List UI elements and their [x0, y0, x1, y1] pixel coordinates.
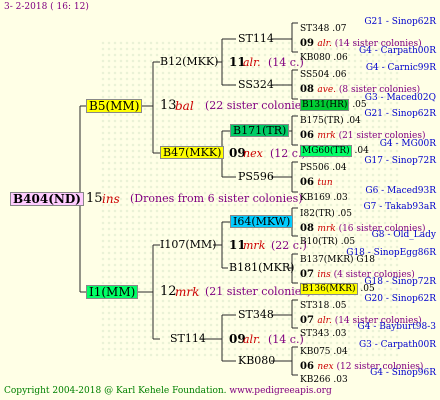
- gen4-entry-id: MG60(TR): [300, 145, 352, 157]
- gen2-st114-label[interactable]: ST114: [170, 333, 206, 344]
- gen1-sire-label[interactable]: B5(MM): [86, 99, 143, 113]
- gen4-entry-ref[interactable]: G18 - Sinop72R: [364, 278, 436, 287]
- gen4-entry[interactable]: MG60(TR) .04 G4 - MG00R: [300, 140, 436, 157]
- footer-copyright-text: Copyright 2004-2018 @ Karl Kehele Founda…: [4, 386, 227, 396]
- gen4-entry-ref[interactable]: G4 - Sinop96R: [370, 369, 436, 378]
- gen3-st348-label[interactable]: ST348: [238, 309, 274, 320]
- gen3-kb080-label[interactable]: KB080: [238, 355, 275, 366]
- gen2-st114-race: alr.: [243, 333, 261, 346]
- gen1-dam-note: (21 sister colonies): [205, 285, 312, 298]
- gen4-meta-race: mrk: [317, 131, 339, 141]
- footer-website-link[interactable]: www.pedigreeapis.org: [229, 386, 331, 396]
- gen4-entry-ref[interactable]: G21 - Sinop62R: [364, 110, 436, 119]
- gen4-entry-ref[interactable]: G18 - SinopEgg86R: [346, 249, 436, 258]
- footer-copyright: Copyright 2004-2018 @ Karl Kehele Founda…: [4, 386, 332, 396]
- gen4-entry[interactable]: KB075 .04 G3 - Carpath00R: [300, 341, 436, 357]
- gen2-b47-label[interactable]: B47(MKK): [160, 146, 225, 159]
- gen4-entry-id: KB266: [300, 375, 331, 385]
- gen3-b171-label[interactable]: B171(TR): [230, 124, 290, 137]
- gen4-meta-race: ins: [317, 270, 334, 280]
- gen1-sire-note: (22 sister colonies): [205, 99, 312, 112]
- gen1-dam-race: mrk: [175, 285, 200, 299]
- gen4-entry-ref[interactable]: G3 - Maced02Q: [365, 94, 436, 103]
- gen4-meta-race: mrk: [317, 224, 339, 234]
- gen4-entry-ref[interactable]: G4 - MG00R: [380, 140, 436, 149]
- gen4-entry[interactable]: ST348 .07 G21 - Sinop62R: [300, 18, 436, 34]
- gen4-meta-race: nex: [317, 362, 337, 372]
- gen4-entry-ref[interactable]: G17 - Sinop72R: [364, 157, 436, 166]
- gen4-entry-ref[interactable]: G4 - Carpath00R: [359, 47, 436, 56]
- gen2-b12-label[interactable]: B12(MKK): [160, 56, 218, 67]
- gen3-i64-label[interactable]: I64(MKW): [230, 215, 294, 228]
- gen4-meta-race: ave.: [317, 85, 339, 95]
- gen4-entry[interactable]: B131(HR) .05 G3 - Maced02Q: [300, 94, 436, 111]
- gen4-entry-ref[interactable]: G21 - Sinop62R: [364, 18, 436, 27]
- gen4-entry-ref[interactable]: G4 - Bayburt98-3: [358, 323, 436, 332]
- gen4-entry-ref[interactable]: G8 - Old_Lady: [372, 231, 436, 240]
- gen4-entry[interactable]: ST318 .05 G20 - Sinop62R: [300, 295, 436, 311]
- gen4-entry[interactable]: B10(TR) .05 G8 - Old_Lady: [300, 231, 436, 247]
- gen2-st114-note: (14 c.): [268, 333, 304, 346]
- gen2-b12-race: alr.: [243, 56, 261, 69]
- gen4-entry[interactable]: KB169 .03 G6 - Maced93R: [300, 187, 436, 203]
- gen1-dam-label[interactable]: I1(MM): [86, 285, 139, 299]
- gen4-entry-year: .04: [351, 146, 369, 156]
- gen1-sire-race: bal: [175, 99, 194, 113]
- gen4-entry[interactable]: KB266 .03 G4 - Sinop96R: [300, 369, 436, 385]
- gen2-b47-race: nex: [243, 147, 263, 160]
- gen4-entry-ref[interactable]: G4 - Carnic99R: [366, 64, 436, 73]
- gen4-entry-ref[interactable]: G20 - Sinop62R: [364, 295, 436, 304]
- gen4-entry-ref[interactable]: G7 - Takab93aR: [363, 203, 436, 212]
- gen4-entry-year: .03: [330, 375, 348, 385]
- gen4-entry[interactable]: SS504 .06 G4 - Carnic99R: [300, 64, 436, 80]
- gen4-entry[interactable]: PS506 .04 G17 - Sinop72R: [300, 157, 436, 173]
- gen4-entry-year: .03: [329, 329, 347, 339]
- gen4-entry[interactable]: B175(TR) .04 G21 - Sinop62R: [300, 110, 436, 126]
- gen4-entry-ref[interactable]: G3 - Carpath00R: [359, 341, 436, 350]
- gen2-i107-race: mrk: [243, 239, 266, 252]
- root-note: (Drones from 6 sister colonies): [130, 192, 303, 205]
- gen4-meta-race: alr.: [317, 316, 335, 326]
- gen4-entry[interactable]: I82(TR) .05 G7 - Takab93aR: [300, 203, 436, 219]
- gen4-meta: 06 tun: [300, 172, 333, 188]
- gen4-meta-race: alr.: [317, 39, 335, 49]
- gen4-entry-ref[interactable]: G6 - Maced93R: [365, 187, 436, 196]
- gen4-entry-year: .06: [330, 53, 348, 63]
- gen3-ss324-label[interactable]: SS324: [238, 79, 274, 90]
- gen4-entry[interactable]: KB080 .06 G4 - Carpath00R: [300, 47, 436, 63]
- gen3-ps596-label[interactable]: PS596: [238, 171, 274, 182]
- gen4-entry-id: ST343: [300, 329, 330, 339]
- gen4-entry[interactable]: B136(MKR) .05 G18 - Sinop72R: [300, 278, 436, 295]
- gen4-entry[interactable]: B137(MKR) G18 G18 - SinopEgg86R: [300, 249, 436, 265]
- gen3-st114-label[interactable]: ST114: [238, 33, 274, 44]
- gen4-entry[interactable]: ST343 .03 G4 - Bayburt98-3: [300, 323, 436, 339]
- gen4-entry-id: KB080: [300, 53, 331, 63]
- root-race: ins: [102, 192, 120, 206]
- gen4-meta-race: tun: [317, 178, 333, 188]
- gen4-entry-year: .05: [337, 237, 356, 247]
- gen4-entry-id: B10(TR): [300, 237, 338, 247]
- gen2-i107-label[interactable]: I107(MM): [160, 239, 216, 250]
- gen3-b181-label[interactable]: B181(MKR): [229, 262, 294, 273]
- root-queen-label[interactable]: B404(ND): [10, 192, 84, 206]
- gen4-entry-year: .03: [330, 193, 348, 203]
- root-number: 15: [86, 191, 103, 206]
- gen4-entry-id: B136(MKR): [300, 283, 358, 295]
- gen2-b12-note: (14 c.): [268, 56, 304, 69]
- gen4-entry-id: KB169: [300, 193, 331, 203]
